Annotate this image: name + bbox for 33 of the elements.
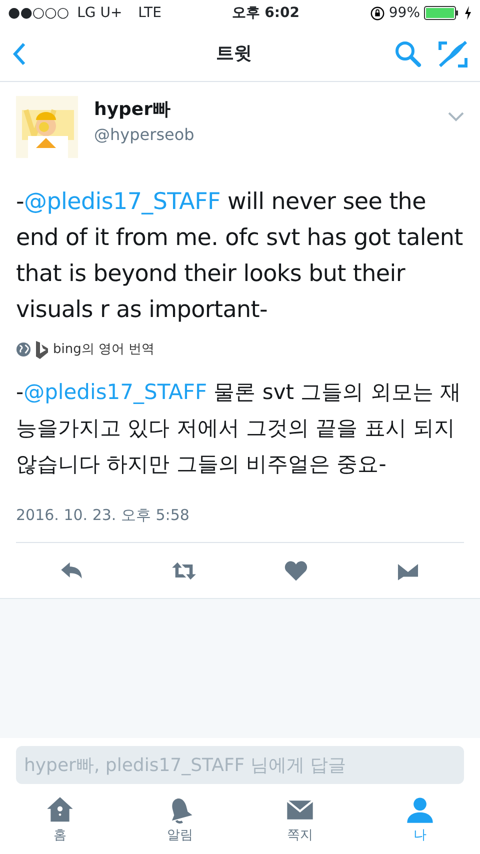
mention-link[interactable]: @pledis17_STAFF <box>24 189 220 215</box>
battery-icon <box>424 6 460 20</box>
carrier-text: LG U+ <box>77 4 122 22</box>
back-icon <box>12 42 26 66</box>
tab-bar-item[interactable]: 알림 <box>166 796 194 846</box>
back-button[interactable] <box>12 41 26 66</box>
clock-text: 오후 6:02 <box>232 4 300 22</box>
tab-bar-item[interactable]: 쪽지 <box>286 796 314 846</box>
battery-percent-text: 99% <box>388 4 420 22</box>
chevron-down-icon <box>448 112 464 122</box>
user-handle: @hyperseob <box>94 124 196 146</box>
translated-text: -@pledis17_STAFF 물론 svt 그들의 외모는 재능을가지고 있다 저에서 그것의 끝을 표시 되지 않습니다 하지만 그들의 비주얼은 중요- <box>16 378 462 478</box>
tweet-timestamp: 2016. 10. 23. 오후 5:58 <box>16 504 190 526</box>
mention-link[interactable]: @pledis17_STAFF <box>24 380 208 404</box>
charging-icon <box>464 6 472 20</box>
rotation-lock-icon <box>370 6 385 20</box>
person-icon <box>406 796 434 824</box>
tab-bar-item[interactable]: 나 <box>406 796 434 846</box>
compose-button[interactable] <box>438 40 468 68</box>
bing-logo-icon <box>35 340 49 359</box>
globe-icon <box>16 342 31 358</box>
translation-label: bing의 영어 번역 <box>53 341 155 359</box>
network-text: LTE <box>138 4 162 22</box>
user-name: hyper빠 <box>94 98 172 122</box>
tab-bar-item[interactable]: 홈 <box>46 796 74 846</box>
screen-title: 트윗 <box>215 42 253 66</box>
home-icon <box>46 796 74 824</box>
search-button[interactable] <box>394 40 422 68</box>
signal-text: ●●○○○ <box>8 4 70 22</box>
search-icon <box>394 40 422 68</box>
compose-icon <box>438 40 468 68</box>
tweet-text: -@pledis17_STAFF will never see the end of it from me. ofc svt has got talent that is beyond their looks but their visuals r as important- <box>16 188 464 325</box>
reply-field[interactable]: hyper빠, pledis17_STAFF 님에게 답글 <box>16 746 464 784</box>
